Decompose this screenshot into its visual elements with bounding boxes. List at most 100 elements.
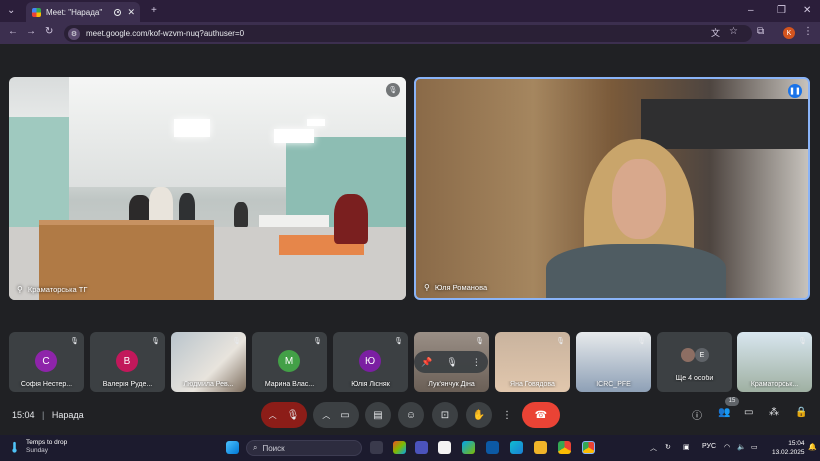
ceiling-lamp <box>307 119 325 126</box>
close-window-icon[interactable]: ✕ <box>803 4 811 18</box>
site-info-icon[interactable]: ⚙ <box>68 27 80 40</box>
activities-icon[interactable]: ⁂ <box>769 407 779 418</box>
tray-app-icon[interactable]: ▣ <box>683 443 690 451</box>
taskbar-clock[interactable]: 15:04 13.02.2025 <box>772 439 805 457</box>
ceiling-lamp <box>174 119 210 137</box>
profile-avatar[interactable]: K <box>783 27 795 39</box>
muted-mic-icon: 🎙 <box>151 338 160 345</box>
speaking-indicator-icon: ❚❚ <box>788 84 802 98</box>
more-options-icon[interactable]: ⋮ <box>472 357 481 368</box>
muted-mic-icon: 🎙 <box>386 83 400 97</box>
thermometer-icon <box>12 441 17 453</box>
notifications-bell-icon[interactable]: 🔔 <box>808 443 817 451</box>
host-controls-lock-icon[interactable]: 🔒 <box>795 407 807 418</box>
amazon-icon[interactable] <box>438 441 451 454</box>
volume-icon[interactable]: 🔈 <box>737 443 746 451</box>
video-tile-kramatorsk[interactable]: 🎙 ⚲ Краматорська ТГ <box>9 77 406 300</box>
new-tab-plus-icon[interactable]: + <box>151 4 157 18</box>
app-icon[interactable] <box>462 441 475 454</box>
participant-tile[interactable]: 🎙 С Софія Нестер... <box>9 332 84 392</box>
bookmark-star-icon[interactable]: ☆ <box>729 26 738 37</box>
participant-tile[interactable]: 🎙 Ю Юлія Лісняк <box>333 332 408 392</box>
camera-toggle[interactable]: ︿ ▭ <box>313 402 359 428</box>
tab-list-chevron-icon[interactable]: ⌄ <box>7 4 15 18</box>
meeting-details-icon[interactable]: ⓘ <box>692 407 702 422</box>
participant-avatar: В <box>116 350 138 372</box>
translate-icon[interactable]: 文 <box>711 26 720 39</box>
taskbar-search[interactable]: ⌕ Поиск <box>246 440 362 456</box>
emoji-icon: ☺ <box>405 409 417 421</box>
forward-arrow-icon[interactable]: → <box>26 26 36 37</box>
meeting-time: 15:04 <box>12 410 35 420</box>
windows-start-icon[interactable] <box>226 441 239 454</box>
minimize-icon[interactable]: – <box>748 4 754 18</box>
person <box>179 193 195 223</box>
participant-avatar: Ю <box>359 350 381 372</box>
reactions-button[interactable]: ☺ <box>398 402 424 428</box>
camera-options-chevron-icon[interactable]: ︿ <box>322 410 330 421</box>
video-tile-yulia[interactable]: ❚❚ ⚲ Юля Романова <box>414 77 810 300</box>
participant-tile[interactable]: 🎙 В Валерія Руде... <box>90 332 165 392</box>
battery-icon[interactable]: ▭ <box>751 443 758 451</box>
participant-tile[interactable]: 🎙 ICRC_PFE <box>576 332 651 392</box>
extensions-icon[interactable]: ⧉ <box>757 26 764 37</box>
sync-icon[interactable]: ↻ <box>665 443 671 451</box>
participant-name: Валерія Руде... <box>102 381 153 388</box>
hand-icon: ✋ <box>472 409 486 421</box>
muted-mic-icon: 🎙 <box>556 338 565 345</box>
mic-options-chevron-icon[interactable]: ︿ <box>269 410 277 421</box>
hangup-phone-icon: ☎ <box>534 409 548 421</box>
language-indicator[interactable]: РУС <box>702 443 716 450</box>
present-screen-icon: ⊡ <box>440 409 450 421</box>
back-arrow-icon[interactable]: ← <box>8 26 18 37</box>
chat-icon[interactable]: ▭ <box>744 407 753 418</box>
meeting-name: Нарада <box>51 410 84 420</box>
task-view-icon[interactable] <box>370 441 383 454</box>
pin-icon: ⚲ <box>17 285 23 294</box>
raise-hand-button[interactable]: ✋ <box>466 402 492 428</box>
url-text: meet.google.com/kof-wzvm-nuq?authuser=0 <box>86 29 245 38</box>
file-explorer-icon[interactable] <box>534 441 547 454</box>
more-options-button[interactable]: ⋮ <box>499 402 515 428</box>
teams-icon[interactable] <box>415 441 428 454</box>
speaker-sweater <box>546 244 726 298</box>
restore-icon[interactable]: ❐ <box>777 4 786 18</box>
windows-taskbar <box>0 435 820 461</box>
close-tab-icon[interactable]: ✕ <box>127 7 135 18</box>
wifi-icon[interactable]: ◠ <box>724 443 730 451</box>
mute-participant-icon[interactable]: 🎙 <box>446 357 457 368</box>
leave-call-button[interactable]: ☎ <box>522 402 560 428</box>
participant-avatar: E <box>695 348 709 362</box>
present-button[interactable]: ⊡ <box>432 402 458 428</box>
participant-tile[interactable]: 🎙 М Марина Влас... <box>252 332 327 392</box>
participant-tile[interactable]: 🎙 Людмила Рев... <box>171 332 246 392</box>
microphone-toggle[interactable]: ︿ 🎙 <box>261 402 307 428</box>
pin-icon: ⚲ <box>424 283 430 292</box>
captions-button[interactable]: ▤ <box>365 402 391 428</box>
tab-meet[interactable]: Meet: "Нарада" ✕ <box>26 2 140 22</box>
weather-widget[interactable]: Temps to drop Sunday <box>10 439 67 455</box>
participant-tile[interactable]: 🎙 Краматорськ... <box>737 332 812 392</box>
participant-tile[interactable]: 🎙 Яна Говядова <box>495 332 570 392</box>
edge-icon[interactable] <box>510 441 523 454</box>
person <box>234 202 248 227</box>
copilot-icon[interactable] <box>393 441 406 454</box>
tile-label: ⚲ Краматорська ТГ <box>17 285 87 294</box>
participant-name: Юлія Лісняк <box>351 381 390 388</box>
ceiling-lamp <box>274 129 314 143</box>
speaker-face <box>612 159 666 239</box>
word-icon[interactable] <box>486 441 499 454</box>
people-icon[interactable]: 👥 <box>718 407 730 418</box>
chrome-active-icon[interactable] <box>582 441 595 454</box>
browser-menu-icon[interactable]: ⋮ <box>803 26 813 37</box>
participant-name: Ще 4 особи <box>675 375 714 382</box>
reload-icon[interactable]: ↻ <box>45 26 53 37</box>
pin-tile-icon[interactable]: 📌 <box>421 357 432 368</box>
tray-chevron-up-icon[interactable]: ︿ <box>650 443 657 453</box>
chrome-icon[interactable] <box>558 441 571 454</box>
clock-date: 13.02.2025 <box>772 449 805 456</box>
tile-hover-options: 📌 🎙 ⋮ <box>414 351 488 373</box>
url-bar[interactable]: ⚙ meet.google.com/kof-wzvm-nuq?authuser=… <box>64 25 752 42</box>
participant-tile-more[interactable]: E Ще 4 особи <box>657 332 732 392</box>
search-placeholder: Поиск <box>262 443 285 453</box>
